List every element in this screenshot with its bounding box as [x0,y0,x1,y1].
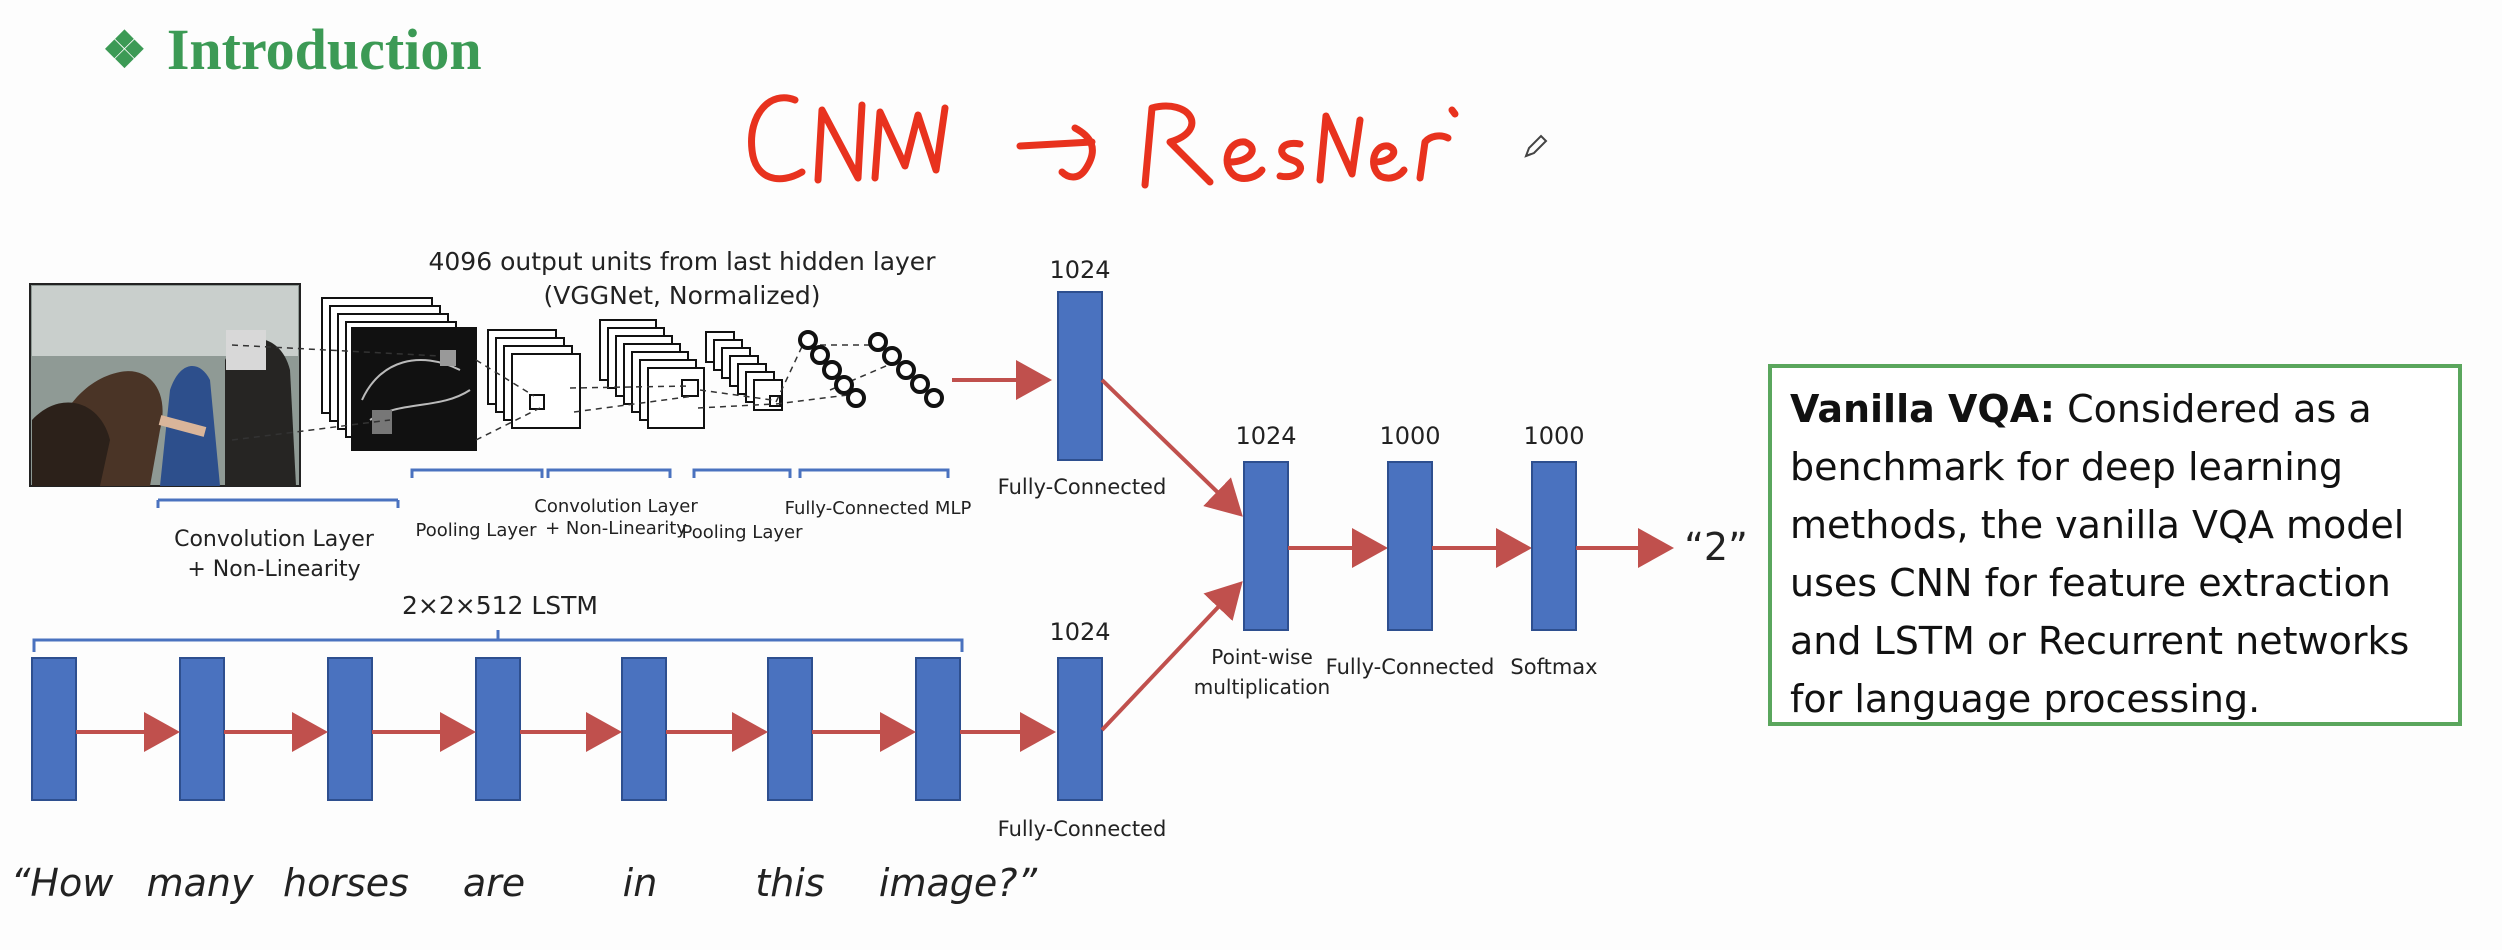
lstm-bracket [32,630,964,652]
question-word: are [463,861,525,905]
conv-layer-label-line2: + Non-Linearity [187,557,360,582]
question-word: this [755,861,824,905]
vanilla-vqa-callout: Vanilla VQA: Considered as a benchmark f… [1768,364,2462,726]
cnn-output-caption-line2: (VGGNet, Normalized) [544,281,821,310]
question-word: image?” [879,861,1038,905]
softmax-label: Softmax [1510,655,1597,679]
fc-top-block [1057,291,1103,461]
callout-line-1: Vanilla VQA: Considered as a [1790,380,2440,438]
question-words: “How many horses are in this image?” [11,861,1038,905]
pointwise-label-line2: multiplication [1194,675,1330,699]
fc-top-label: Fully-Connected [998,475,1167,499]
conv-layer-label-line1: Convolution Layer [174,527,375,552]
softmax-block [1531,461,1577,631]
conv-layer2-label-line2: + Non-Linearity [545,518,687,539]
question-word: “How [11,861,115,905]
fc-final-block [1387,461,1433,631]
pooling-layer-label-1: Pooling Layer [416,520,538,541]
pooling-layer-label-2: Pooling Layer [682,522,804,543]
output-answer: “2” [1684,525,1748,569]
callout-line-6: for language processing. [1790,677,2261,721]
pooling-maps-2 [705,331,783,411]
question-word: many [147,861,254,905]
dim-top-label: 1024 [1049,256,1110,284]
cnn-output-caption-line1: 4096 output units from last hidden layer [429,247,937,276]
pointwise-block [1243,461,1289,631]
callout-line-4: uses CNN for feature extraction [1790,561,2391,605]
lstm-label: 2×2×512 LSTM [402,591,598,620]
fc-bottom-label: Fully-Connected [998,817,1167,841]
mlp-neurons [798,330,944,408]
input-image [29,283,301,487]
dim-fc-label: 1000 [1379,422,1440,450]
callout-line1-text: Considered as a [2055,387,2372,431]
callout-line-3: methods, the vanilla VQA model [1790,503,2405,547]
fc-mlp-label: Fully-Connected MLP [785,498,972,519]
conv-layer2-label-line1: Convolution Layer [534,496,698,517]
dim-merge-label: 1024 [1235,422,1296,450]
dim-bottom-label: 1024 [1049,618,1110,646]
callout-line-5: and LSTM or Recurrent networks [1790,619,2410,663]
lstm-blocks [31,657,961,801]
question-word: in [623,861,658,905]
fc-final-label: Fully-Connected [1326,655,1495,679]
callout-heading: Vanilla VQA: [1790,387,2055,431]
pooling-maps-1 [487,329,581,429]
conv-feature-maps [321,297,477,451]
question-word: horses [283,861,409,905]
pointwise-label-line1: Point-wise [1211,645,1313,669]
callout-line-2: benchmark for deep learning [1790,445,2344,489]
fc-bottom-block [1057,657,1103,801]
dim-softmax-label: 1000 [1523,422,1584,450]
conv-maps-2 [599,319,705,429]
